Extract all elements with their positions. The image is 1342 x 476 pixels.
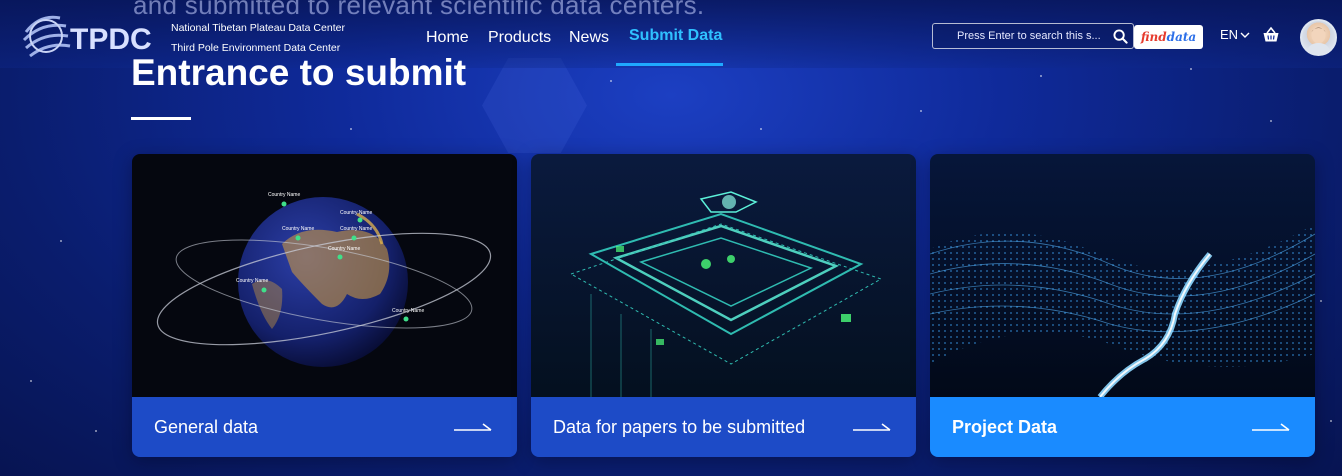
earth-globe-image: Country Name Country Name Country Name C… bbox=[132, 154, 517, 397]
page-title: Entrance to submit bbox=[131, 52, 467, 93]
language-label: EN bbox=[1220, 27, 1239, 42]
arrow-right-icon bbox=[1252, 423, 1290, 431]
nav-home[interactable]: Home bbox=[426, 29, 469, 47]
user-avatar[interactable] bbox=[1300, 19, 1337, 56]
chevron-down-icon bbox=[1240, 32, 1250, 38]
card-general-data[interactable]: Country Name Country Name Country Name C… bbox=[132, 154, 517, 457]
language-selector[interactable]: EN bbox=[1220, 27, 1250, 42]
globe-label: Country Name bbox=[340, 226, 372, 232]
globe-label: Country Name bbox=[268, 192, 300, 198]
search-box bbox=[932, 23, 1134, 49]
finddata-part2: data bbox=[1166, 30, 1197, 44]
hexagon-decoration bbox=[482, 58, 587, 153]
card-footer: Data for papers to be submitted bbox=[531, 397, 916, 457]
nav-news[interactable]: News bbox=[569, 29, 609, 47]
search-icon bbox=[1112, 28, 1128, 44]
card-papers-data[interactable]: Data for papers to be submitted bbox=[531, 154, 916, 457]
user-portrait-icon bbox=[1306, 26, 1331, 54]
globe-label: Country Name bbox=[236, 278, 268, 284]
arrow-right-icon bbox=[853, 423, 891, 431]
card-footer: General data bbox=[132, 397, 517, 457]
finddata-part1: find bbox=[1140, 30, 1167, 44]
card-label: Project Data bbox=[952, 416, 1058, 437]
globe-label: Country Name bbox=[282, 226, 314, 232]
title-underline bbox=[131, 117, 191, 120]
search-input[interactable] bbox=[933, 30, 1107, 42]
basket-icon[interactable] bbox=[1262, 26, 1280, 44]
finddata-button[interactable]: find data bbox=[1134, 25, 1203, 49]
globe-label: Country Name bbox=[328, 246, 360, 252]
globe-label: Country Name bbox=[392, 308, 424, 314]
nav-products[interactable]: Products bbox=[488, 29, 551, 47]
globe-label: Country Name bbox=[340, 210, 372, 216]
nav-submit-data[interactable]: Submit Data bbox=[629, 27, 722, 45]
card-label: Data for papers to be submitted bbox=[553, 416, 806, 437]
arrow-right-icon bbox=[454, 423, 492, 431]
card-project-data[interactable]: Project Data bbox=[930, 154, 1315, 457]
org-name-primary: National Tibetan Plateau Data Center bbox=[171, 22, 345, 34]
circuit-chip-image bbox=[531, 154, 916, 397]
card-footer: Project Data bbox=[930, 397, 1315, 457]
search-button[interactable] bbox=[1107, 24, 1133, 48]
data-wave-image bbox=[930, 154, 1315, 397]
nav-active-indicator bbox=[616, 63, 723, 66]
card-label: General data bbox=[154, 416, 259, 437]
